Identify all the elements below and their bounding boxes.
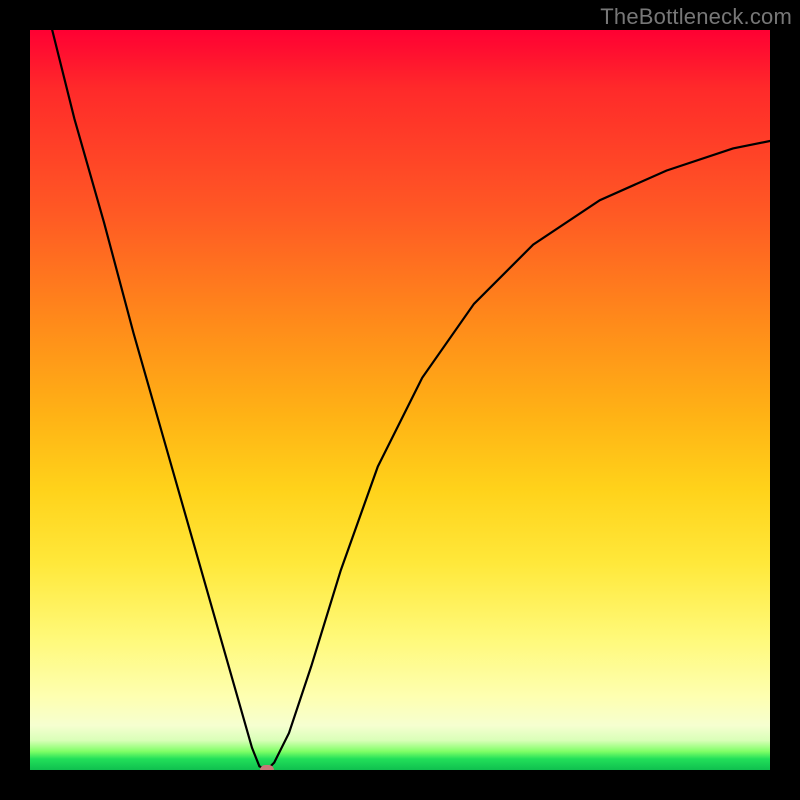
plot-area xyxy=(30,30,770,770)
optimum-marker xyxy=(260,765,274,770)
watermark-text: TheBottleneck.com xyxy=(600,4,792,30)
bottleneck-curve xyxy=(30,30,770,770)
chart-frame: TheBottleneck.com xyxy=(0,0,800,800)
